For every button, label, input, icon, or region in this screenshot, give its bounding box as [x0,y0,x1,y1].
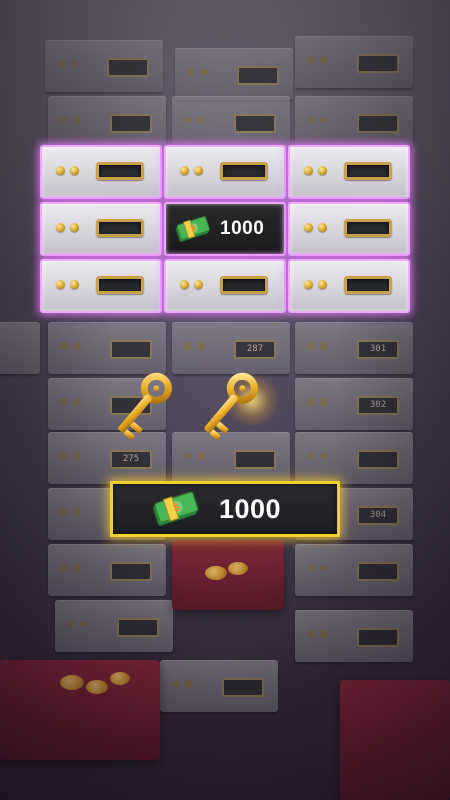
open-red-deposit-box [172,540,284,610]
background-deposit-box [295,36,413,88]
bolt-icon [318,223,327,232]
box-number: 301 [357,340,399,359]
open-red-deposit-box [0,660,160,760]
label-plate [344,276,392,294]
bolt-icon [56,223,65,232]
locker-cell[interactable] [164,145,286,199]
label-plate [344,219,392,237]
background-deposit-box [295,544,413,596]
background-deposit-box [0,322,40,374]
reward-amount: 1000 [220,218,265,239]
open-red-deposit-box [340,680,450,800]
locker-cell[interactable] [288,202,410,256]
bolt-icon [194,166,203,175]
gold-coin [60,675,84,690]
gold-coin [228,562,248,575]
background-deposit-box [48,96,166,148]
bolt-icon [318,280,327,289]
bolt-icon [70,280,79,289]
locker-cell[interactable] [288,145,410,199]
bolt-icon [56,280,65,289]
total-cash-amount: 1000 [219,494,282,524]
background-deposit-box [295,96,413,148]
label-plate [344,162,392,180]
background-deposit-box [295,610,413,662]
label-plate [220,162,268,180]
locker-cell[interactable] [164,259,286,313]
bolt-icon [70,223,79,232]
background-deposit-box [48,322,166,374]
background-deposit-box [172,96,290,148]
background-deposit-box [160,660,278,712]
box-number: 275 [110,450,152,469]
bolt-icon [304,280,313,289]
box-number: 302 [357,396,399,415]
background-deposit-box: 301 [295,322,413,374]
box-number: 304 [357,506,399,525]
locker-cell[interactable] [40,145,162,199]
background-deposit-box: 302 [295,378,413,430]
locker-cell[interactable] [288,259,410,313]
label-plate [96,276,144,294]
locker-cell[interactable] [40,202,162,256]
bolt-icon [194,280,203,289]
bolt-icon [180,280,189,289]
total-cash-panel: $ 1000 [110,481,340,537]
cash-bundle-icon: $ [175,216,210,243]
bolt-icon [180,166,189,175]
golden-key-icon [204,372,258,440]
gold-coin [205,566,227,580]
label-plate [220,276,268,294]
locker-grid: $ 1000 [40,145,410,313]
box-number: 287 [234,340,276,359]
golden-key-icon [118,372,172,440]
background-deposit-box: 287 [172,322,290,374]
bolt-icon [304,223,313,232]
bolt-icon [318,166,327,175]
background-deposit-box [295,432,413,484]
locker-cell[interactable] [40,259,162,313]
cash-bundle-icon: $ [152,491,199,527]
background-deposit-box [55,600,173,652]
bolt-icon [56,166,65,175]
bolt-icon [304,166,313,175]
gold-coin [86,680,108,694]
background-deposit-box [175,48,293,100]
opened-locker-reward: $ 1000 [164,202,286,256]
label-plate [96,162,144,180]
label-plate [96,219,144,237]
gold-coin [110,672,130,685]
background-deposit-box [45,40,163,92]
background-deposit-box [48,544,166,596]
bolt-icon [70,166,79,175]
